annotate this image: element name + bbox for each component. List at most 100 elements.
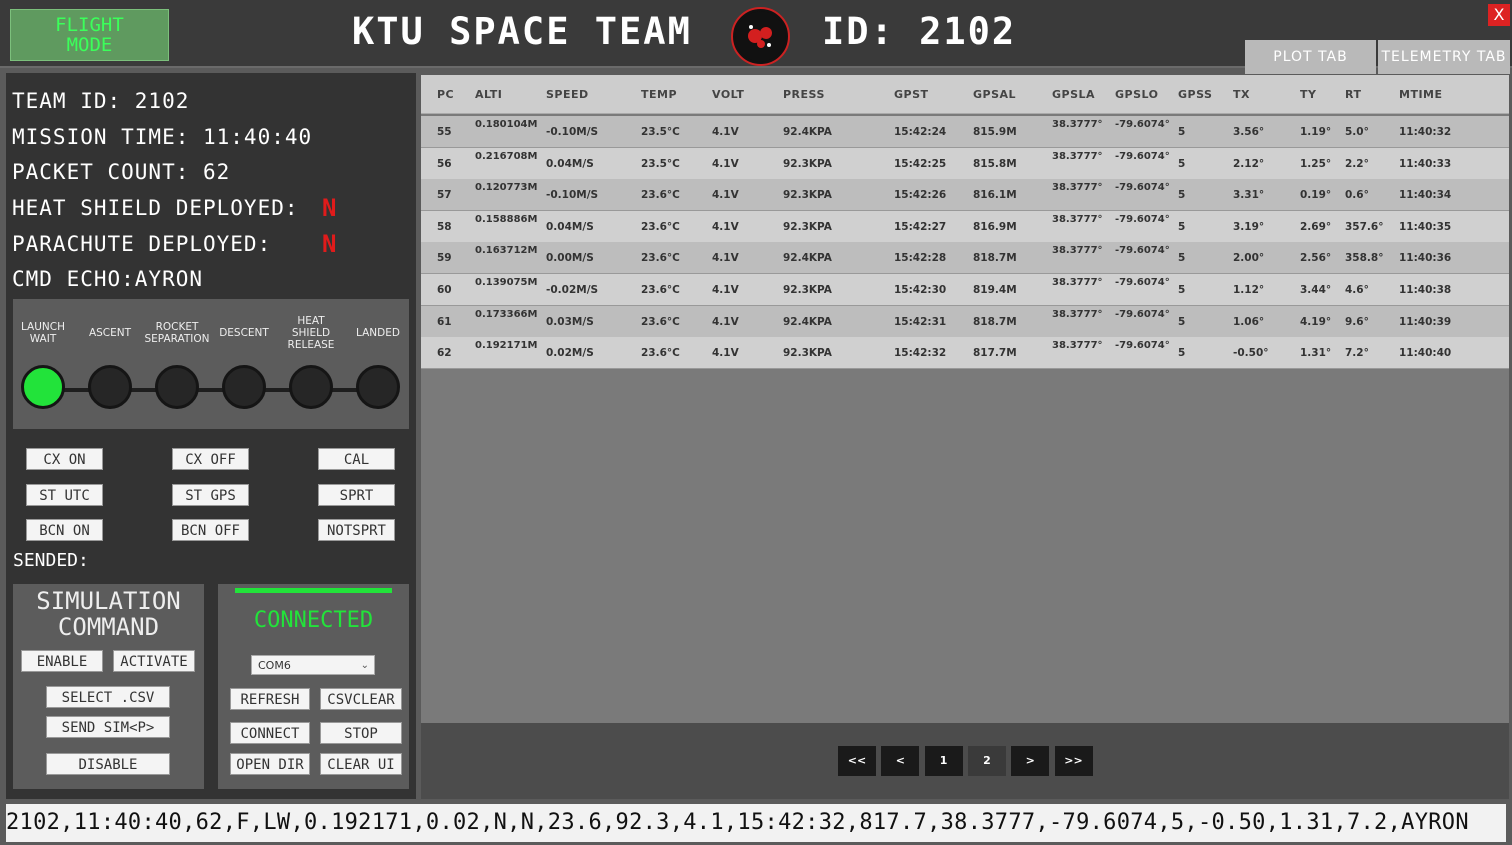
tab-telemetry[interactable]: TELEMETRY TAB	[1378, 40, 1510, 74]
column-header[interactable]: TY	[1300, 88, 1316, 101]
stage-dot	[289, 365, 333, 409]
connection-panel: CONNECTED COM6 ⌄ REFRESH CSVCLEAR CONNEC…	[218, 584, 409, 789]
pager-first-button[interactable]: <<	[838, 746, 876, 776]
table-cell: 15:42:24	[894, 126, 947, 138]
pager-next-button[interactable]: >	[1011, 746, 1050, 776]
table-cell: 15:42:30	[894, 284, 947, 296]
notsprt-button[interactable]: NOTSPRT	[318, 519, 395, 541]
table-cell: 2.56°	[1300, 252, 1332, 265]
table-cell: 4.6°	[1345, 284, 1369, 296]
header-team-id: ID: 2102	[822, 10, 1017, 53]
table-cell: 4.1V	[712, 157, 739, 170]
table-cell: 815.9M	[973, 126, 1017, 138]
column-header[interactable]: GPST	[894, 88, 929, 101]
sim-disable-button[interactable]: DISABLE	[46, 753, 170, 775]
st-utc-button[interactable]: ST UTC	[26, 484, 103, 506]
send-sim-button[interactable]: SEND SIM<P>	[46, 716, 170, 738]
table-row[interactable]: 56 0.216708M 0.04M/S 23.5°C 4.1V 92.3KPA 15:42…	[421, 147, 1509, 180]
column-header[interactable]: TEMP	[641, 88, 677, 101]
table-cell: 0.139075M	[475, 277, 538, 288]
table-row[interactable]: 62 0.192171M 0.02M/S 23.6°C 4.1V 92.3KPA 15:42…	[421, 337, 1509, 370]
table-row[interactable]: 58 0.158886M 0.04M/S 23.6°C 4.1V 92.3KPA 15:42…	[421, 210, 1509, 243]
column-header[interactable]: PRESS	[783, 88, 825, 101]
table-cell: 4.1V	[712, 347, 739, 360]
table-cell: 816.9M	[973, 220, 1017, 233]
mission-time-text: MISSION TIME: 11:40:40	[12, 125, 313, 149]
table-row[interactable]: 57 0.120773M -0.10M/S 23.6°C 4.1V 92.3KPA 15:4…	[421, 179, 1509, 212]
cmd-echo-text: CMD ECHO:AYRON	[12, 267, 204, 291]
table-cell: 818.7M	[973, 315, 1017, 328]
table-cell: 23.6°C	[641, 315, 680, 328]
table-row[interactable]: 61 0.173366M 0.03M/S 23.6°C 4.1V 92.4KPA 15:42…	[421, 305, 1509, 338]
pager-last-button[interactable]: >>	[1054, 746, 1093, 776]
close-button[interactable]: X	[1488, 4, 1510, 26]
connection-indicator-bar	[235, 588, 392, 593]
pager-page-button[interactable]: 1	[924, 746, 963, 776]
column-header[interactable]: GPSS	[1178, 88, 1212, 101]
sprt-button[interactable]: SPRT	[318, 484, 395, 506]
table-row[interactable]: 55 0.180104M -0.10M/S 23.5°C 4.1V 92.4KPA 15:4…	[421, 116, 1509, 148]
bcn-on-button[interactable]: BCN ON	[26, 519, 103, 541]
pager-page-button[interactable]: 2	[967, 746, 1006, 776]
table-cell: 2.2°	[1345, 157, 1369, 170]
column-header[interactable]: TX	[1233, 88, 1250, 101]
csvclear-button[interactable]: CSVCLEAR	[320, 688, 402, 710]
stage-label: DESCENT	[219, 327, 269, 339]
sim-activate-button[interactable]: ACTIVATE	[113, 650, 195, 672]
cx-off-button[interactable]: CX OFF	[172, 448, 249, 470]
stage-dot	[356, 365, 400, 409]
select-csv-button[interactable]: SELECT .CSV	[46, 686, 170, 708]
table-cell: 9.6°	[1345, 315, 1369, 328]
table-cell: 55	[437, 126, 452, 138]
bcn-off-button[interactable]: BCN OFF	[172, 519, 249, 541]
table-cell: 38.3777°	[1052, 245, 1103, 257]
column-header[interactable]: RT	[1345, 88, 1361, 101]
pager-prev-button[interactable]: <	[881, 746, 920, 776]
table-row[interactable]: 59 0.163712M 0.00M/S 23.6°C 4.1V 92.4KPA 15:42…	[421, 242, 1509, 275]
column-header[interactable]: PC	[437, 88, 454, 101]
column-header[interactable]: SPEED	[546, 88, 589, 101]
table-cell: 58	[437, 220, 452, 233]
stop-button[interactable]: STOP	[320, 722, 402, 744]
refresh-button[interactable]: REFRESH	[230, 688, 310, 710]
table-cell: 38.3777°	[1052, 119, 1103, 130]
column-header[interactable]: VOLT	[712, 88, 744, 101]
column-header[interactable]: ALTI	[475, 88, 502, 101]
table-cell: -79.6074°	[1115, 277, 1170, 288]
table-row[interactable]: 60 0.139075M -0.02M/S 23.6°C 4.1V 92.3KPA 15:4…	[421, 274, 1509, 306]
table-cell: 4.1V	[712, 284, 739, 296]
flight-mode-button[interactable]: FLIGHT MODE	[10, 9, 169, 61]
table-cell: 0.04M/S	[546, 220, 594, 233]
tab-plot[interactable]: PLOT TAB	[1245, 40, 1376, 74]
st-gps-button[interactable]: ST GPS	[172, 484, 249, 506]
sim-enable-button[interactable]: ENABLE	[21, 650, 103, 672]
connect-button[interactable]: CONNECT	[230, 722, 310, 744]
column-header[interactable]: GPSLA	[1052, 88, 1095, 101]
table-cell: 3.44°	[1300, 284, 1332, 296]
table-cell: 3.19°	[1233, 220, 1265, 233]
table-cell: 11:40:39	[1399, 315, 1452, 328]
stage-label: HEAT SHIELD RELEASE	[287, 315, 335, 351]
table-cell: 0.6°	[1345, 189, 1369, 202]
com-port-value: COM6	[258, 659, 291, 672]
team-title: KTU SPACE TEAM	[352, 10, 692, 53]
com-port-select[interactable]: COM6 ⌄	[251, 655, 375, 675]
table-cell: 5	[1178, 284, 1186, 296]
open-dir-button[interactable]: OPEN DIR	[230, 753, 310, 775]
column-header[interactable]: GPSAL	[973, 88, 1016, 101]
column-header[interactable]: MTIME	[1399, 88, 1443, 101]
table-cell: 23.5°C	[641, 126, 680, 138]
cal-button[interactable]: CAL	[318, 448, 395, 470]
cx-on-button[interactable]: CX ON	[26, 448, 103, 470]
table-cell: 1.25°	[1300, 157, 1332, 170]
stage-label: LAUNCH WAIT	[20, 321, 66, 345]
packet-count-text: PACKET COUNT: 62	[12, 160, 231, 184]
table-cell: 11:40:34	[1399, 189, 1452, 202]
table-cell: 4.1V	[712, 252, 739, 265]
table-cell: 57	[437, 189, 452, 202]
column-header[interactable]: GPSLO	[1115, 88, 1158, 101]
clear-ui-button[interactable]: CLEAR UI	[320, 753, 402, 775]
table-cell: 61	[437, 315, 452, 328]
table-cell: 817.7M	[973, 347, 1017, 360]
table-cell: 23.5°C	[641, 157, 680, 170]
